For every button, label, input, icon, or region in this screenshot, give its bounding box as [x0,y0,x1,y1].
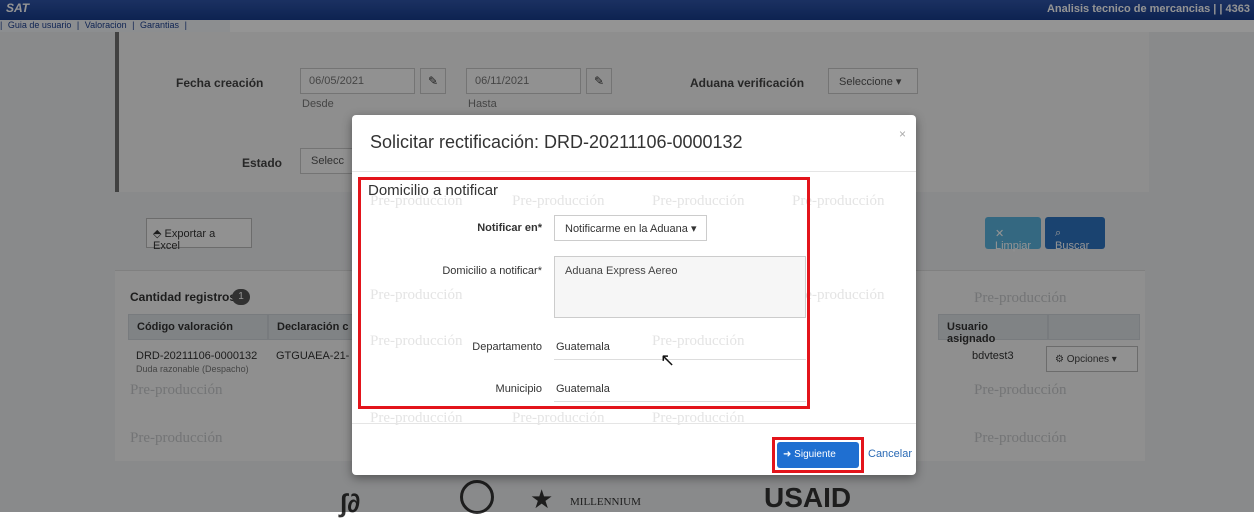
municipio-underline [554,401,806,402]
section-title: Domicilio a notificar [368,182,499,199]
siguiente-button[interactable]: ➜ Siguiente [777,442,859,468]
departamento-label: Departamento [472,341,542,353]
arrow-right-icon: ➜ [783,449,795,460]
notificar-label: Notificar en* [477,222,542,234]
domicilio-textarea[interactable]: Aduana Express Aereo [554,256,806,318]
departamento-underline [554,359,806,360]
watermark-text: Pre-producción [370,410,463,426]
modal-header-divider [352,171,916,172]
modal-footer-divider [352,423,916,424]
siguiente-label: Siguiente [794,449,836,460]
municipio-label: Municipio [495,383,542,395]
mouse-cursor-icon: ↖ [660,350,676,370]
departamento-value[interactable]: Guatemala [556,341,610,353]
watermark-text: Pre-producción [652,410,745,426]
municipio-value[interactable]: Guatemala [556,383,610,395]
notificar-select[interactable]: Notificarme en la Aduana ▾ [554,215,708,241]
cancel-link[interactable]: Cancelar [868,448,912,460]
close-icon[interactable]: × [899,127,906,141]
watermark-text: Pre-producción [512,410,605,426]
modal-title: Solicitar rectificación: DRD-20211106-00… [370,132,743,152]
domicilio-label: Domicilio a notificar* [442,265,542,277]
rectificacion-modal: Solicitar rectificación: DRD-20211106-00… [352,115,916,475]
